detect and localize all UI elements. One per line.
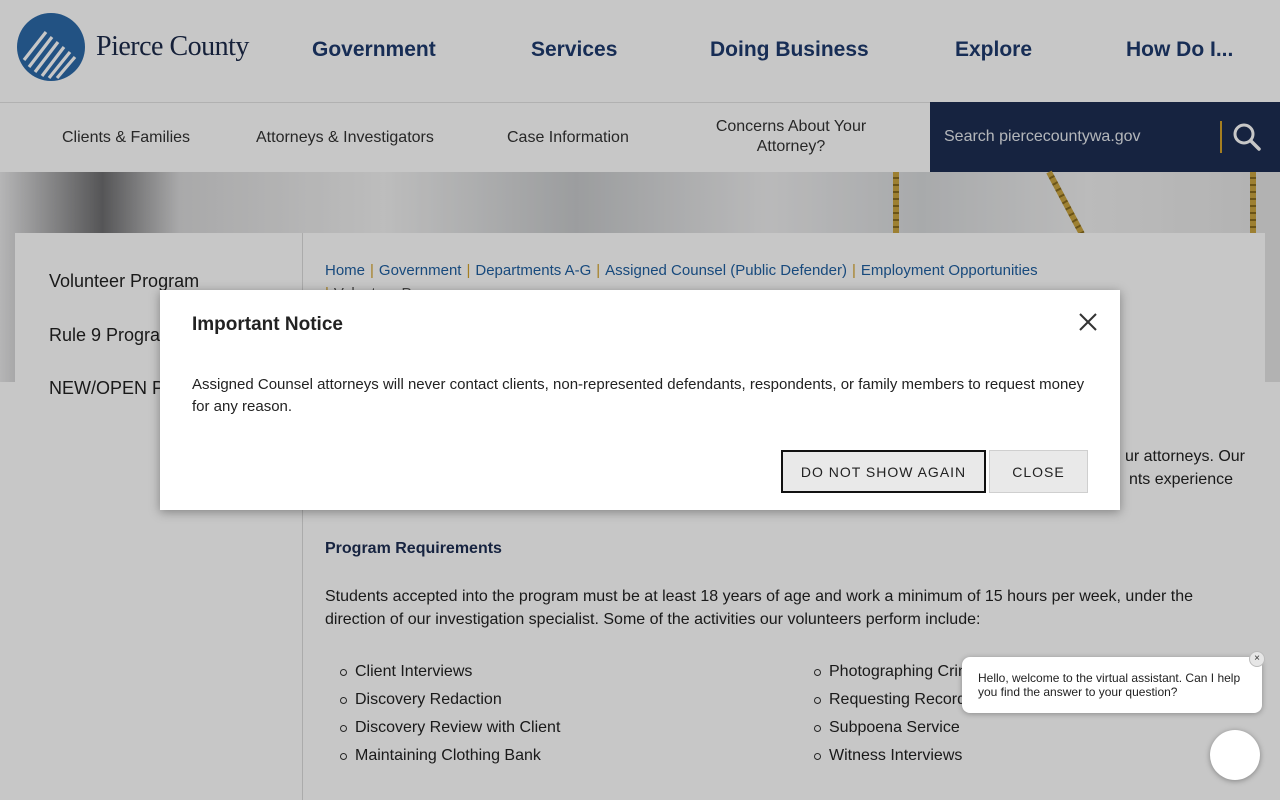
- close-button[interactable]: CLOSE: [989, 450, 1088, 493]
- virtual-assistant-message: Hello, welcome to the virtual assistant.…: [978, 671, 1241, 699]
- modal-title: Important Notice: [192, 314, 343, 335]
- chat-launcher-button[interactable]: [1210, 730, 1260, 780]
- important-notice-modal: Important Notice Assigned Counsel attorn…: [160, 290, 1120, 510]
- do-not-show-again-button[interactable]: DO NOT SHOW AGAIN: [781, 450, 986, 493]
- virtual-assistant-bubble[interactable]: Hello, welcome to the virtual assistant.…: [962, 657, 1262, 713]
- chat-dismiss-button[interactable]: ×: [1249, 651, 1265, 667]
- modal-body: Assigned Counsel attorneys will never co…: [192, 376, 1085, 415]
- close-icon[interactable]: [1076, 310, 1100, 334]
